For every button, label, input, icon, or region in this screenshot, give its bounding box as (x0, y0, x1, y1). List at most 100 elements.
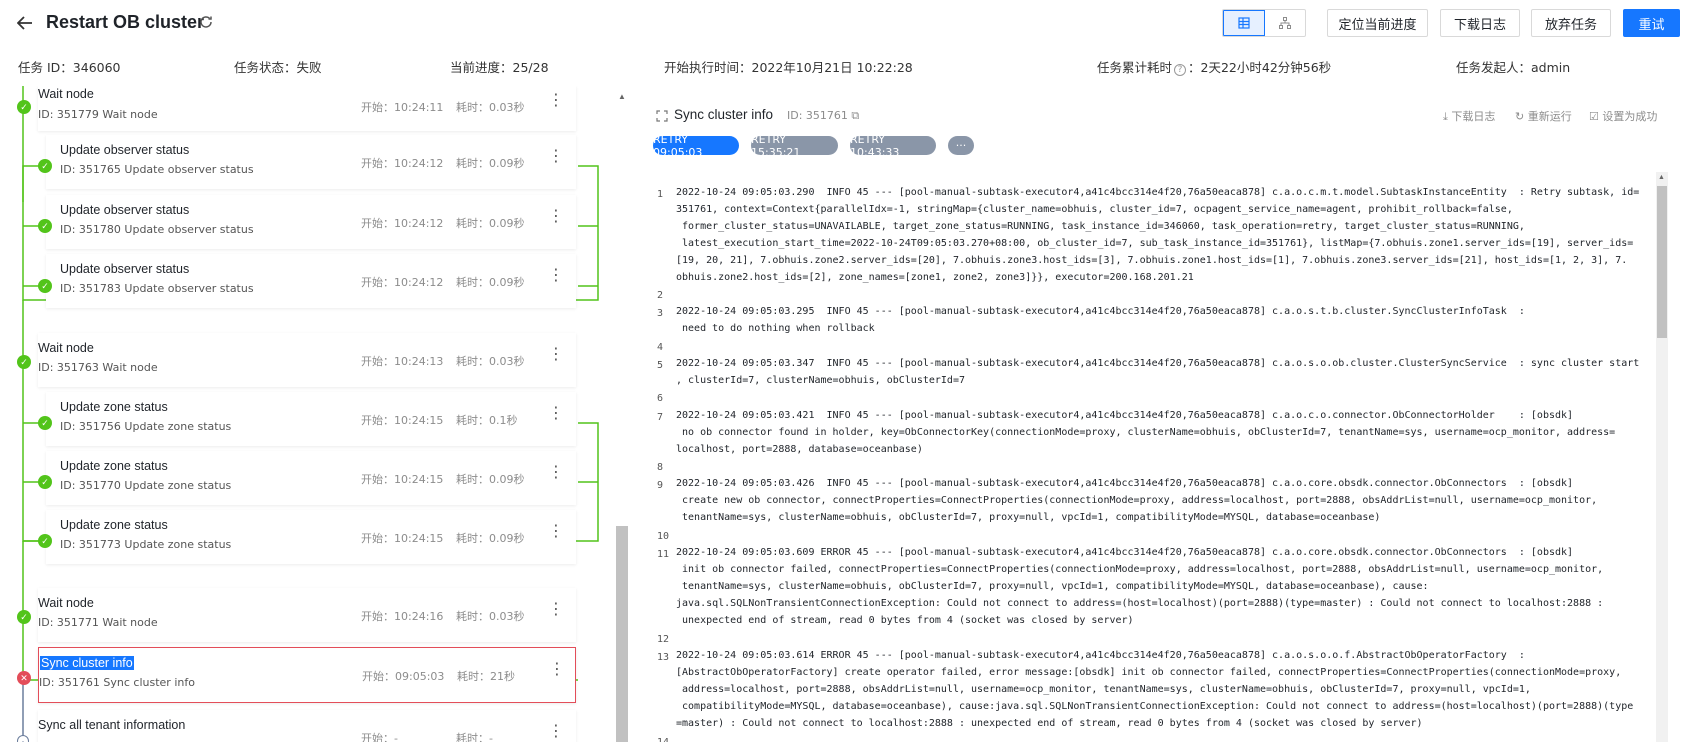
download-icon: ⤓ (1443, 110, 1448, 123)
task-node[interactable]: Update zone status ID: 351773 Update zon… (46, 510, 576, 564)
log-line: compatibilityMode=MYSQL, database=oceanb… (676, 701, 1634, 712)
more-retries-chip[interactable]: ··· (948, 136, 974, 155)
log-line: 2022-10-24 09:05:03.426 INFO 45 --- [poo… (676, 478, 1574, 489)
success-icon: ✓ (38, 219, 52, 233)
retry-chip[interactable]: RETRY 15:35:21 (751, 133, 838, 159)
scrollbar-thumb[interactable] (616, 526, 628, 742)
task-node[interactable]: Update observer status ID: 351765 Update… (46, 135, 576, 189)
more-icon[interactable]: ⋮ (548, 93, 564, 109)
task-tree-scrollbar[interactable]: ▲ (615, 86, 629, 742)
log-line: unexpected end of stream, read 0 bytes f… (676, 615, 1134, 626)
log-line: tenantName=sys, clusterName=obhuis, obCl… (676, 512, 1381, 523)
log-line: 2022-10-24 09:05:03.295 INFO 45 --- [poo… (676, 306, 1525, 317)
more-icon[interactable]: ⋮ (548, 149, 564, 165)
scroll-up-icon[interactable]: ▲ (1658, 174, 1665, 181)
error-icon: ✕ (17, 671, 31, 685)
help-icon[interactable]: ? (1174, 64, 1187, 76)
log-line: former_cluster_status=UNAVAILABLE, targe… (676, 221, 1525, 232)
task-elapsed: 任务累计耗时? ：2天22小时42分钟56秒 (1097, 57, 1332, 76)
task-tree-panel: Wait node ID: 351779 Wait node 开始：10:24:… (0, 86, 636, 742)
log-line: create new ob connector, connectProperti… (676, 495, 1598, 506)
log-line: address=localhost, port=2888, obsAddrLis… (676, 684, 1531, 695)
page-header: Restart OB cluster 定位当前进度 下载日志 放弃任务 重试 (0, 0, 1693, 46)
expand-icon[interactable] (656, 110, 668, 125)
view-toggle (1222, 9, 1306, 37)
back-arrow-icon[interactable] (15, 13, 35, 33)
elapsed-label: 任务累计耗时 (1097, 60, 1173, 75)
retry-chip[interactable]: RETRY 09:05:03 (653, 133, 739, 159)
checkbox-icon: ☑ (1589, 110, 1599, 123)
more-icon[interactable]: ⋮ (548, 602, 564, 618)
success-icon: ✓ (17, 610, 31, 624)
success-icon: ✓ (38, 475, 52, 489)
pending-icon: · (17, 735, 29, 742)
log-line: [19, 20, 21], 7.obhuis.zone2.server_ids=… (676, 255, 1628, 266)
more-icon[interactable]: ⋮ (548, 268, 564, 284)
log-line: java.sql.SQLNonTransientConnectionExcept… (676, 598, 1604, 609)
more-icon[interactable]: ⋮ (549, 662, 565, 678)
task-node[interactable]: Update observer status ID: 351783 Update… (46, 254, 576, 308)
elapsed-value: ：2天22小时42分钟56秒 (1188, 60, 1332, 75)
more-icon[interactable]: ⋮ (548, 406, 564, 422)
task-node-selected[interactable]: Sync cluster info ID: 351761 Sync cluste… (38, 647, 576, 703)
success-icon: ✓ (38, 159, 52, 173)
task-initiator: 任务发起人：admin (1456, 60, 1571, 75)
log-line: 2022-10-24 09:05:03.347 INFO 45 --- [poo… (676, 358, 1640, 369)
task-progress: 当前进度：25/28 (450, 60, 549, 75)
scroll-up-icon[interactable]: ▲ (618, 92, 626, 101)
rerun-icon: ↻ (1515, 110, 1525, 123)
more-icon[interactable]: ⋮ (548, 347, 564, 363)
log-line: [AbstractObOperatorFactory] create opera… (676, 667, 1622, 678)
download-log-button[interactable]: 下载日志 (1440, 9, 1520, 37)
task-node[interactable]: Wait node ID: 351763 Wait node 开始：10:24:… (38, 333, 576, 387)
scrollbar-thumb[interactable] (1657, 186, 1667, 338)
success-icon: ✓ (38, 534, 52, 548)
set-success-link[interactable]: ☑ 设置为成功 (1589, 108, 1657, 124)
task-node[interactable]: Wait node ID: 351771 Wait node 开始：10:24:… (38, 588, 576, 642)
task-id: 任务 ID：346060 (18, 60, 121, 75)
rerun-link[interactable]: ↻ 重新运行 (1515, 108, 1572, 124)
more-icon[interactable]: ⋮ (548, 465, 564, 481)
detail-id: ID: 351761 ⧉ (787, 109, 860, 122)
task-node[interactable]: Update zone status ID: 351756 Update zon… (46, 392, 576, 446)
retry-chip[interactable]: RETRY 10:43:33 (850, 133, 936, 159)
log-line: 2022-10-24 09:05:03.609 ERROR 45 --- [po… (676, 547, 1574, 558)
log-line: 2022-10-24 09:05:03.421 INFO 45 --- [poo… (676, 410, 1574, 421)
log-line: latest_execution_start_time=2022-10-24T0… (676, 238, 1634, 249)
task-node[interactable]: Sync all tenant information 开始：- 耗时：- ⋮ (38, 710, 576, 742)
task-start-time: 开始执行时间：2022年10月21日 10:22:28 (664, 60, 913, 75)
more-icon[interactable]: ⋮ (548, 524, 564, 540)
more-icon[interactable]: ⋮ (548, 209, 564, 225)
success-icon: ✓ (17, 100, 31, 114)
log-line: 2022-10-24 09:05:03.614 ERROR 45 --- [po… (676, 650, 1525, 661)
task-node[interactable]: Update observer status ID: 351780 Update… (46, 195, 576, 249)
log-line: obhuis.zone2.host_ids=[2], zone_names=[z… (676, 272, 1194, 283)
log-line: 351761, context=Context{parallelIdx=-1, … (676, 204, 1513, 215)
detail-title: Sync cluster info (674, 107, 774, 122)
log-scrollbar[interactable]: ▲ (1656, 172, 1668, 742)
copy-icon[interactable]: ⧉ (851, 109, 859, 122)
page-title: Restart OB cluster (46, 12, 205, 32)
tree-view-icon[interactable] (1265, 10, 1305, 36)
task-status: 任务状态：失败 (234, 60, 322, 75)
log-line: tenantName=sys, clusterName=obhuis, obCl… (676, 581, 1429, 592)
list-view-icon[interactable] (1223, 10, 1265, 36)
log-line: 2022-10-24 09:05:03.290 INFO 45 --- [poo… (676, 187, 1640, 198)
success-icon: ✓ (38, 416, 52, 430)
log-line: need to do nothing when rollback (676, 323, 875, 334)
success-icon: ✓ (38, 279, 52, 293)
log-line: no ob connector found in holder, key=ObC… (676, 427, 1616, 438)
more-icon[interactable]: ⋮ (548, 724, 564, 740)
log-line: =master) : Could not connect to localhos… (676, 718, 1423, 729)
download-log-link[interactable]: ⤓ 下载日志 (1443, 108, 1495, 124)
task-node[interactable]: Wait node ID: 351779 Wait node 开始：10:24:… (38, 86, 576, 131)
locate-progress-button[interactable]: 定位当前进度 (1327, 9, 1428, 37)
log-line: init ob connector failed, connectPropert… (676, 564, 1604, 575)
abandon-task-button[interactable]: 放弃任务 (1531, 9, 1611, 37)
task-node[interactable]: Update zone status ID: 351770 Update zon… (46, 451, 576, 505)
log-line: , clusterId=7, clusterName=obhuis, obClu… (676, 375, 965, 386)
retry-button[interactable]: 重试 (1623, 9, 1680, 37)
refresh-icon[interactable] (199, 15, 213, 33)
log-line: localhost, port=2888, database=oceanbase… (676, 444, 923, 455)
success-icon: ✓ (17, 355, 31, 369)
